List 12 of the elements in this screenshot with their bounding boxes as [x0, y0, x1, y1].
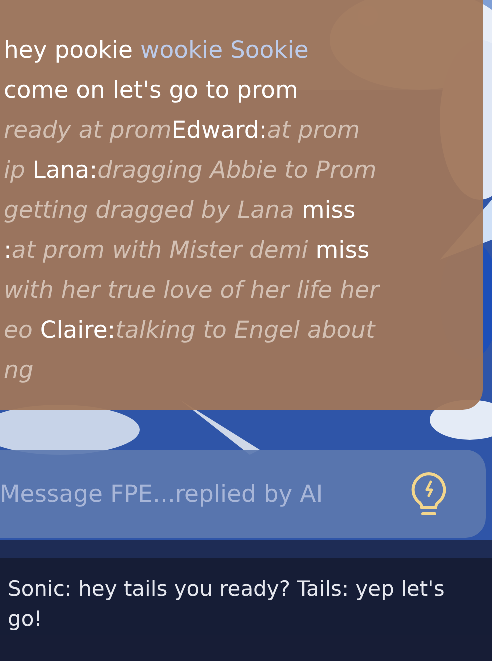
story-line: :at prom with Mister demi miss: [4, 235, 370, 266]
story-line: ng: [4, 355, 34, 386]
story-line: with her true love of her life her: [4, 275, 380, 306]
story-line: ip Lana:dragging Abbie to Prom: [4, 155, 377, 186]
message-field[interactable]: Message FPE...replied by AI: [0, 450, 486, 538]
lightbulb-icon[interactable]: [410, 471, 448, 517]
story-line: eo Claire:talking to Engel about: [4, 315, 376, 346]
story-line: getting dragged by Lana miss: [4, 195, 356, 226]
scene-prompt-text: Sonic: hey tails you ready? Tails: yep let's go!: [8, 576, 446, 633]
story-line: hey pookie wookie Sookie: [4, 35, 309, 66]
story-line: ready at promEdward:at prom: [4, 115, 360, 146]
story-line: come on let's go to prom: [4, 75, 298, 106]
